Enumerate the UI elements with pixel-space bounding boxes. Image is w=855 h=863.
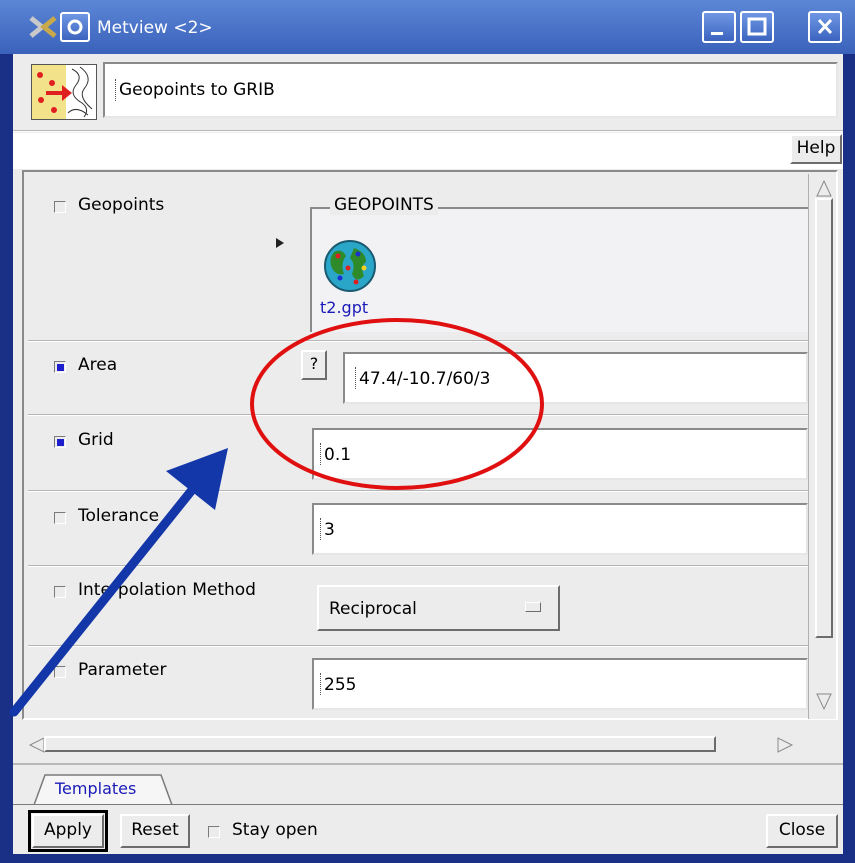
annotation-arrow-shaft [9,475,205,717]
annotation-overlay [9,318,544,717]
annotation-circle [250,318,544,490]
annotation-arrow-head [166,448,228,510]
